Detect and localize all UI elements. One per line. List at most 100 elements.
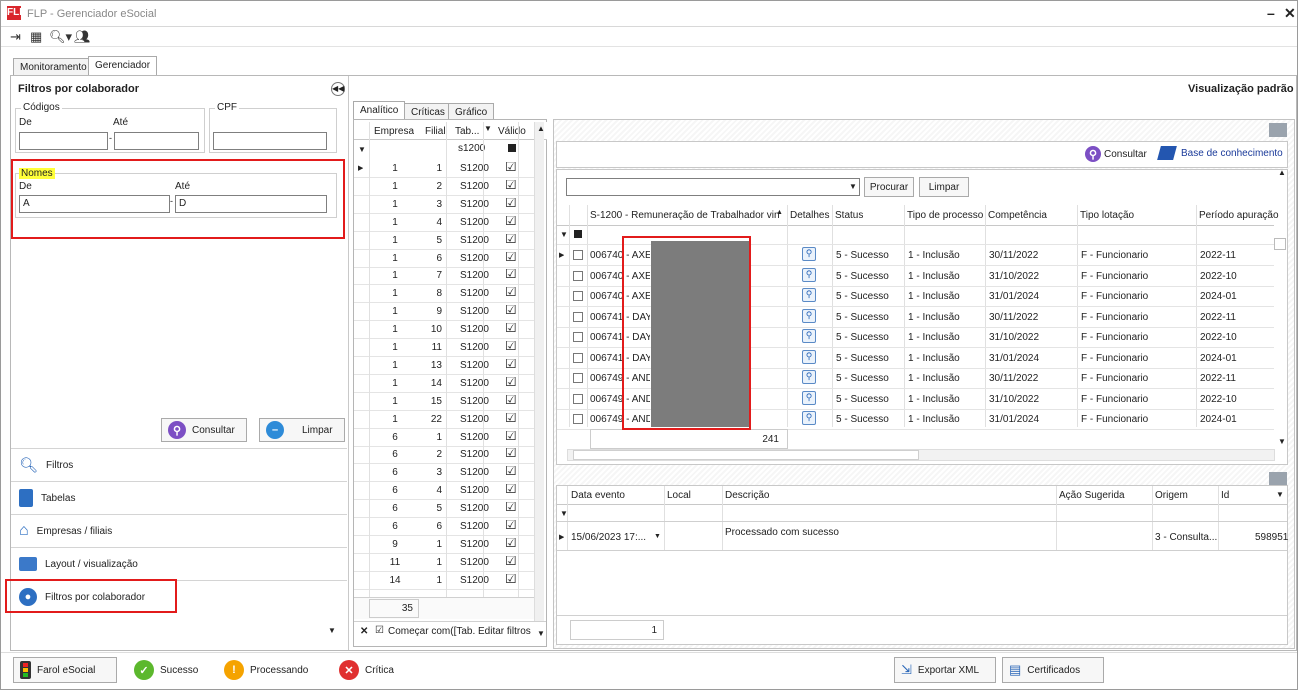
consultar-button[interactable]: ⚲ Consultar	[161, 418, 247, 442]
cell-tipo-processo[interactable]: 1 - Inclusão	[908, 291, 960, 302]
details-icon[interactable]: ⚲	[802, 267, 816, 282]
cell-periodo[interactable]: 2022-10	[1200, 332, 1237, 343]
valid-check-icon[interactable]: ☑	[505, 377, 517, 387]
cell-tabela[interactable]: S1200	[460, 557, 489, 568]
details-icon[interactable]: ⚲	[802, 349, 816, 364]
consultar-link[interactable]: ⚲ Consultar	[1085, 146, 1147, 162]
cell-data-evento[interactable]: 15/06/2023 17:...	[571, 532, 646, 543]
search-combo[interactable]	[566, 178, 860, 196]
cell-competencia[interactable]: 30/11/2022	[989, 312, 1038, 323]
valid-check-icon[interactable]: ☑	[505, 520, 517, 530]
cell-competencia[interactable]: 30/11/2022	[989, 250, 1038, 261]
chevron-down-icon[interactable]: ▼	[654, 533, 661, 540]
cell-periodo[interactable]: 2024-01	[1200, 414, 1237, 425]
valid-check-icon[interactable]: ☑	[505, 287, 517, 297]
valid-check-icon[interactable]: ☑	[505, 269, 517, 279]
cell-status[interactable]: 5 - Sucesso	[836, 250, 889, 261]
nomes-de-input[interactable]: A	[19, 195, 170, 213]
cell-tabela[interactable]: S1200	[460, 235, 489, 246]
cell-tabela[interactable]: S1200	[460, 467, 489, 478]
cell-empresa[interactable]: 1	[389, 235, 401, 246]
header-col[interactable]: Status	[835, 210, 915, 221]
row-checkbox[interactable]	[573, 393, 583, 404]
collapse-icon[interactable]: ◀◀	[331, 82, 345, 96]
cell-tabela[interactable]: S1200	[460, 414, 489, 425]
cpf-input[interactable]	[213, 132, 327, 150]
cell-filial[interactable]: 11	[426, 342, 442, 353]
header-col[interactable]: Período apuração	[1199, 210, 1279, 221]
cell-tipo-lotacao[interactable]: F - Funcionario	[1081, 414, 1148, 425]
cell-tipo-lotacao[interactable]: F - Funcionario	[1081, 332, 1148, 343]
expand-icon[interactable]	[1269, 123, 1287, 137]
cell-tipo-processo[interactable]: 1 - Inclusão	[908, 271, 960, 282]
users-icon[interactable]: 👥︎	[74, 29, 91, 45]
cell-empresa[interactable]: 1	[389, 288, 401, 299]
cell-empresa[interactable]: 14	[389, 575, 401, 586]
minimize-button[interactable]: –	[1267, 5, 1275, 21]
cell-status[interactable]: 5 - Sucesso	[836, 414, 889, 425]
cell-competencia[interactable]: 31/01/2024	[989, 414, 1039, 425]
cell-tabela[interactable]: S1200	[460, 163, 489, 174]
cell-status[interactable]: 5 - Sucesso	[836, 291, 889, 302]
cell-competencia[interactable]: 31/10/2022	[989, 271, 1039, 282]
tab-gerenciador[interactable]: Gerenciador	[88, 56, 158, 76]
header-tabela[interactable]: Tab...	[455, 126, 479, 137]
row-checkbox[interactable]	[573, 332, 583, 342]
row-checkbox[interactable]	[573, 250, 583, 260]
cell-origem[interactable]: 3 - Consulta...	[1155, 532, 1217, 543]
tab-monitoramento[interactable]: Monitoramento	[13, 58, 94, 76]
cell-periodo[interactable]: 2022-11	[1200, 373, 1236, 384]
cell-tipo-processo[interactable]: 1 - Inclusão	[908, 332, 960, 343]
valid-check-icon[interactable]: ☑	[505, 216, 517, 226]
search-icon[interactable]: 🔍︎▾	[49, 29, 72, 45]
header-col[interactable]: Local	[667, 490, 691, 501]
cell-empresa[interactable]: 1	[389, 253, 401, 264]
cell-competencia[interactable]: 31/01/2024	[989, 353, 1039, 364]
scroll-up-icon[interactable]: ▲	[1278, 168, 1286, 177]
cell-filial[interactable]: 6	[426, 521, 442, 532]
cell-status[interactable]: 5 - Sucesso	[836, 353, 889, 364]
valid-check-icon[interactable]: ☑	[505, 538, 517, 548]
cell-empresa[interactable]: 1	[389, 306, 401, 317]
cell-empresa[interactable]: 1	[389, 217, 401, 228]
exit-icon[interactable]: ⇥	[10, 29, 21, 45]
cell-empresa[interactable]: 6	[389, 521, 401, 532]
filter-icon[interactable]: ▼	[484, 124, 492, 133]
cell-filial[interactable]: 10	[426, 324, 442, 335]
details-icon[interactable]: ⚲	[802, 370, 816, 384]
details-icon[interactable]: ⚲	[802, 411, 816, 425]
valid-check-icon[interactable]: ☑	[505, 395, 517, 405]
cell-tabela[interactable]: S1200	[460, 449, 489, 460]
cell-empresa[interactable]: 6	[389, 485, 401, 496]
valid-check-icon[interactable]: ☑	[505, 502, 517, 512]
header-filial[interactable]: Filial	[425, 126, 446, 137]
hscroll-thumb[interactable]	[573, 450, 919, 460]
valid-check-icon[interactable]: ☑	[505, 359, 517, 369]
scroll-down-icon[interactable]: ▼	[537, 629, 545, 638]
clear-filter-icon[interactable]: ✕	[360, 626, 368, 637]
cell-tabela[interactable]: S1200	[460, 378, 489, 389]
cell-filial[interactable]: 15	[426, 396, 442, 407]
cell-tipo-lotacao[interactable]: F - Funcionario	[1081, 353, 1148, 364]
farol-button[interactable]: Farol eSocial	[13, 657, 117, 683]
close-button[interactable]: ✕	[1284, 5, 1296, 22]
row-checkbox[interactable]	[573, 311, 583, 322]
header-col[interactable]: Ação Sugerida	[1059, 490, 1125, 501]
cell-tipo-lotacao[interactable]: F - Funcionario	[1081, 394, 1148, 405]
cell-tipo-processo[interactable]: 1 - Inclusão	[908, 353, 960, 364]
row-checkbox[interactable]	[573, 270, 583, 281]
grid1-scrollbar[interactable]	[534, 122, 544, 642]
cell-tabela[interactable]: S1200	[460, 217, 489, 228]
cell-tipo-processo[interactable]: 1 - Inclusão	[908, 394, 960, 405]
chevron-down-icon[interactable]: ▼	[1276, 490, 1284, 499]
cell-empresa[interactable]: 11	[389, 557, 401, 568]
nav-layout[interactable]: Layout / visualização	[11, 547, 347, 580]
cell-empresa[interactable]: 1	[389, 396, 401, 407]
cell-tabela[interactable]: S1200	[460, 575, 489, 586]
row-checkbox[interactable]	[573, 414, 583, 424]
cell-tabela[interactable]: S1200	[460, 503, 489, 514]
cell-tabela[interactable]: S1200	[460, 521, 489, 532]
cell-competencia[interactable]: 31/10/2022	[989, 394, 1039, 405]
header-col[interactable]: Tipo de processo	[907, 210, 987, 221]
cell-status[interactable]: 5 - Sucesso	[836, 332, 889, 343]
